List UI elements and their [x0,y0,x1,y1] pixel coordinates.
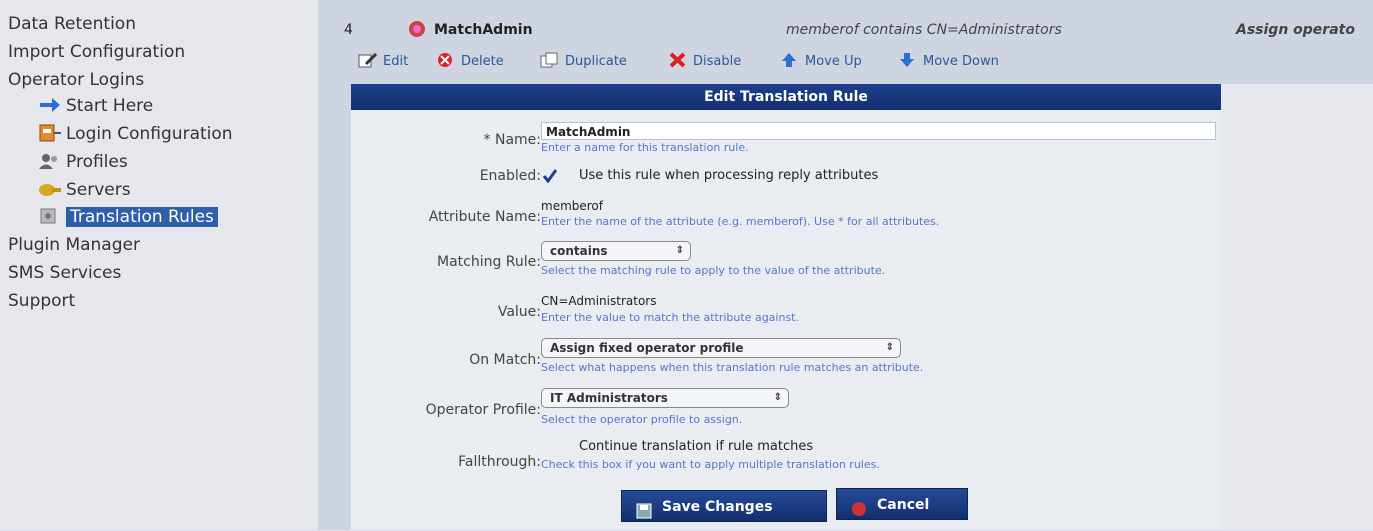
arrow-up-icon [780,52,800,68]
sidebar-item-profiles[interactable]: Profiles [38,152,128,172]
name-field[interactable]: MatchAdmin [541,122,1216,140]
sidebar-item-label: SMS Services [8,263,122,283]
fallthrough-label: Fallthrough: [458,454,541,470]
enabled-label: Enabled: [479,168,541,184]
value-label: Value: [497,304,541,320]
sidebar-item-import-configuration[interactable]: Import Configuration [8,42,185,62]
on-match-hint: Select what happens when this translatio… [541,361,924,374]
row-condition: memberof contains CN=Administrators [786,22,1062,38]
arrow-down-icon [898,52,918,68]
form-title: Edit Translation Rule [351,84,1221,110]
disable-button[interactable]: Disable [668,52,741,69]
sidebar-item-label: Profiles [66,152,128,172]
sidebar-item-label: Login Configuration [66,124,233,144]
move-down-button[interactable]: Move Down [898,52,999,69]
profiles-icon [38,152,62,170]
row-action: Assign operato [1236,22,1355,38]
sidebar-item-start-here[interactable]: Start Here [38,96,153,116]
duplicate-label: Duplicate [565,54,627,69]
key-icon [38,180,62,198]
fallthrough-hint: Check this box if you want to apply mult… [541,458,880,471]
move-up-label: Move Up [805,54,862,69]
edit-translation-rule-form: Edit Translation Rule * Name: MatchAdmin… [351,84,1221,530]
operator-profile-hint: Select the operator profile to assign. [541,413,743,426]
duplicate-icon [540,52,560,68]
translation-rules-icon [38,207,62,225]
fallthrough-text: Continue translation if rule matches [579,439,814,454]
sidebar-item-operator-logins[interactable]: Operator Logins [8,70,144,90]
sidebar: Data Retention Import Configuration Oper… [0,0,318,530]
disable-icon [668,52,688,68]
select-arrows-icon: ⇕ [885,342,894,353]
value-hint: Enter the value to match the attribute a… [541,311,799,324]
main-panel: 4 MatchAdmin memberof contains CN=Admini… [318,0,1373,530]
rule-icon [406,18,428,44]
on-match-select[interactable]: Assign fixed operator profile ⇕ [541,338,901,358]
sidebar-item-plugin-manager[interactable]: Plugin Manager [8,235,140,255]
value-field[interactable]: CN=Administrators [541,294,656,308]
arrow-right-icon [38,96,62,114]
sidebar-item-sms-services[interactable]: SMS Services [8,263,121,283]
sidebar-item-label: Operator Logins [8,70,145,90]
edit-icon [358,52,378,68]
attribute-name-hint: Enter the name of the attribute (e.g. me… [541,215,940,228]
edit-button[interactable]: Edit [358,52,408,69]
sidebar-item-label: Plugin Manager [8,235,140,255]
sidebar-item-login-configuration[interactable]: Login Configuration [38,124,233,144]
select-arrows-icon: ⇕ [773,392,782,403]
enabled-checkbox[interactable] [542,168,558,184]
operator-profile-label: Operator Profile: [425,402,541,418]
duplicate-button[interactable]: Duplicate [540,52,627,69]
select-arrows-icon: ⇕ [675,245,684,256]
sidebar-item-support[interactable]: Support [8,291,75,311]
on-match-label: On Match: [469,352,541,368]
sidebar-item-label: Support [8,291,76,311]
save-changes-button[interactable]: Save Changes [621,490,827,522]
sidebar-item-data-retention[interactable]: Data Retention [8,14,136,34]
row-rule-name: MatchAdmin [434,22,533,38]
right-panel [1221,84,1373,530]
cancel-button[interactable]: Cancel [836,488,968,520]
matching-rule-value: contains [550,244,608,258]
delete-icon [436,52,456,68]
delete-button[interactable]: Delete [436,52,504,69]
enabled-text: Use this rule when processing reply attr… [579,168,879,183]
sidebar-item-servers[interactable]: Servers [38,180,131,200]
matching-rule-label: Matching Rule: [436,254,541,270]
matching-rule-select[interactable]: contains ⇕ [541,241,691,261]
on-match-value: Assign fixed operator profile [550,341,744,355]
attribute-name-label: Attribute Name: [428,209,541,225]
matching-rule-hint: Select the matching rule to apply to the… [541,264,886,277]
row-number: 4 [344,22,353,38]
cancel-icon [851,497,867,529]
move-up-button[interactable]: Move Up [780,52,862,69]
save-changes-label: Save Changes [662,499,773,515]
sidebar-item-translation-rules[interactable]: Translation Rules [38,207,218,227]
cancel-label: Cancel [877,497,930,513]
sidebar-item-label: Import Configuration [8,42,186,62]
name-hint: Enter a name for this translation rule. [541,141,749,154]
save-icon [636,499,652,531]
fallthrough-checkbox[interactable] [543,440,557,454]
operator-profile-select[interactable]: IT Administrators ⇕ [541,388,789,408]
attribute-name-field[interactable]: memberof [541,199,603,213]
name-label: * Name: [483,132,541,148]
disable-label: Disable [693,54,742,69]
delete-label: Delete [461,54,504,69]
sidebar-item-label: Data Retention [8,14,136,34]
sidebar-item-label: Translation Rules [66,207,218,227]
sidebar-item-label: Start Here [66,96,154,116]
operator-profile-value: IT Administrators [550,391,668,405]
sidebar-item-label: Servers [66,180,131,200]
login-config-icon [38,124,62,142]
rule-row[interactable]: 4 MatchAdmin memberof contains CN=Admini… [318,12,1373,46]
move-down-label: Move Down [923,54,999,69]
edit-label: Edit [383,54,409,69]
